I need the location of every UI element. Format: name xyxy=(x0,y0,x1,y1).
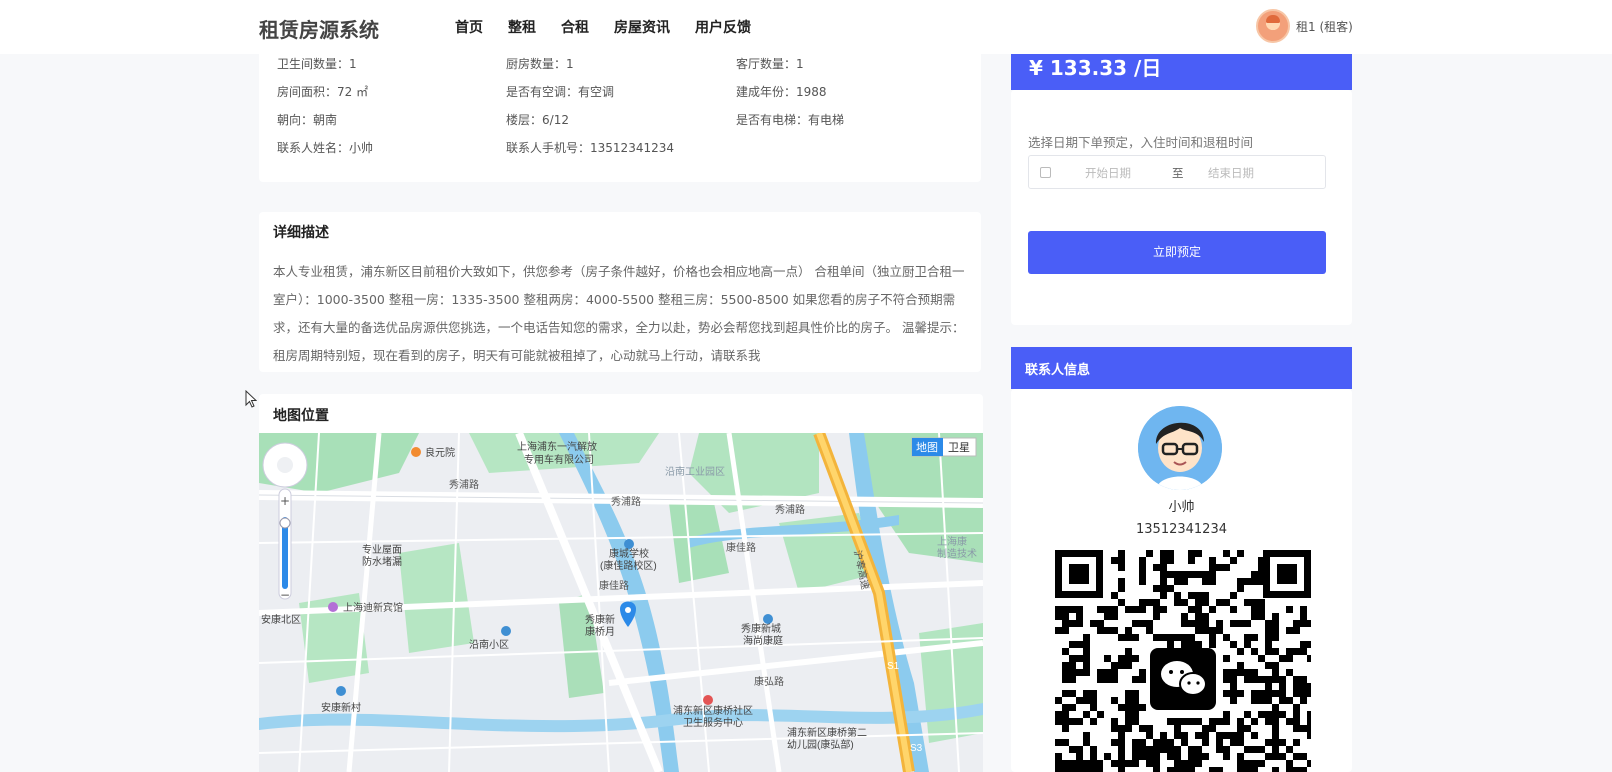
map-canvas[interactable]: + − 地图 卫星 良元院 上海浦东一汽解放 专用车有限公司 沿南工业园区 秀浦… xyxy=(259,433,983,772)
contact-avatar xyxy=(1138,406,1222,490)
map-label: 良元院 xyxy=(425,446,455,459)
map-label: S1 xyxy=(887,661,900,672)
qr-code-image xyxy=(1055,550,1311,772)
contact-header: 联系人信息 xyxy=(1011,347,1352,389)
map-label: 专用车有限公司 xyxy=(524,453,594,466)
info-build-year: 建成年份：1988 xyxy=(736,85,827,99)
map-label: 上海康 xyxy=(937,535,967,548)
info-elevator: 是否有电梯：有电梯 xyxy=(736,113,845,127)
contact-name: 小帅 xyxy=(1168,500,1195,515)
house-info-card: 卫生间数量：1 厨房数量：1 客厅数量：1 房间面积：72 ㎡ 是否有空调：有空… xyxy=(259,50,981,182)
location-map[interactable]: + − 地图 卫星 良元院 上海浦东一汽解放 专用车有限公司 沿南工业园区 秀浦… xyxy=(259,433,983,772)
nav-feedback[interactable]: 用户反馈 xyxy=(695,17,751,37)
map-label: 秀浦路 xyxy=(611,495,641,508)
svg-text:−: − xyxy=(280,588,290,602)
contact-phone: 13512341234 xyxy=(1136,522,1227,537)
map-label: S3 xyxy=(910,743,923,754)
info-area: 房间面积：72 ㎡ xyxy=(277,85,369,99)
description-title: 详细描述 xyxy=(273,225,329,241)
svg-text:+: + xyxy=(280,494,290,508)
map-label: 康佳路 xyxy=(726,541,756,554)
nav-news[interactable]: 房屋资讯 xyxy=(614,17,670,37)
map-toggle-map[interactable]: 地图 xyxy=(916,441,938,454)
price-per-day: ¥ 133.33 /日 xyxy=(1029,56,1162,80)
contact-title: 联系人信息 xyxy=(1025,363,1091,378)
map-toggle-satellite[interactable]: 卫星 xyxy=(948,441,970,454)
mouse-cursor-icon xyxy=(245,390,257,408)
start-date-input[interactable]: 开始日期 xyxy=(1085,165,1131,181)
info-kitchens: 厨房数量：1 xyxy=(506,57,574,71)
map-label: 康城学校 xyxy=(609,547,649,560)
site-logo[interactable]: 租赁房源系统 xyxy=(259,14,379,43)
book-now-button[interactable]: 立即预定 xyxy=(1028,231,1326,274)
contact-card: 小帅 13512341234 xyxy=(1011,389,1352,772)
nav-home[interactable]: 首页 xyxy=(455,17,483,37)
user-avatar[interactable] xyxy=(1256,9,1290,43)
map-label: 专业屋面 xyxy=(362,543,402,556)
user-menu[interactable]: 租1 (租客) xyxy=(1256,9,1353,43)
map-label: 制造技术 xyxy=(937,547,977,560)
info-bathrooms: 卫生间数量：1 xyxy=(277,57,357,71)
map-label: 海尚康庭 xyxy=(743,634,783,647)
map-label: 康佳路 xyxy=(599,579,629,592)
map-label: 康桥月 xyxy=(585,625,615,638)
map-label: 上海迪新宾馆 xyxy=(343,601,403,614)
nav-whole-rent[interactable]: 整租 xyxy=(508,17,536,37)
map-label: 秀浦路 xyxy=(775,503,805,516)
cartoon-avatar-icon xyxy=(1138,406,1222,490)
map-label: (康佳路校区) xyxy=(600,559,657,572)
end-date-input[interactable]: 结束日期 xyxy=(1208,165,1254,181)
date-range-picker[interactable]: 开始日期 至 结束日期 xyxy=(1028,155,1326,189)
description-text: 本人专业租赁，浦东新区目前租价大致如下，供您参考（房子条件越好，价格也会相应地高… xyxy=(273,264,965,363)
map-label: 安康北区 xyxy=(261,613,301,626)
booking-hint: 选择日期下单预定，入住时间和退租时间 xyxy=(1028,135,1254,150)
info-floor: 楼层：6/12 xyxy=(506,113,569,127)
date-separator: 至 xyxy=(1172,166,1184,180)
booking-card: 选择日期下单预定，入住时间和退租时间 开始日期 至 结束日期 立即预定 xyxy=(1011,90,1352,325)
info-living-rooms: 客厅数量：1 xyxy=(736,57,804,71)
map-label: 沿南工业园区 xyxy=(665,465,725,478)
map-label: 浦东新区康桥社区 xyxy=(673,704,753,717)
nav-shared-rent[interactable]: 合租 xyxy=(561,17,589,37)
map-label: 幼儿园(康弘部) xyxy=(787,738,854,751)
map-label: 安康新村 xyxy=(321,701,361,714)
info-orientation: 朝向：朝南 xyxy=(277,113,338,127)
top-header: 租赁房源系统 首页 整租 合租 房屋资讯 用户反馈 租1 (租客) xyxy=(0,0,1612,54)
user-name[interactable]: 租1 (租客) xyxy=(1296,18,1353,35)
info-contact-phone: 联系人手机号：13512341234 xyxy=(506,141,674,155)
calendar-icon xyxy=(1040,167,1051,178)
map-label: 沿南小区 xyxy=(469,638,509,651)
description-card: 详细描述 本人专业租赁，浦东新区目前租价大致如下，供您参考（房子条件越好，价格也… xyxy=(259,212,981,372)
map-label: 卫生服务中心 xyxy=(683,716,743,729)
map-label: 上海浦东一汽解放 xyxy=(517,440,597,453)
wechat-qr-code xyxy=(1055,550,1311,772)
map-label: 秀浦路 xyxy=(449,478,479,491)
map-title: 地图位置 xyxy=(273,408,329,424)
map-label: 秀康新 xyxy=(585,613,615,626)
map-label: 浦东新区康桥第二 xyxy=(787,726,867,739)
price-banner: ¥ 133.33 /日 xyxy=(1011,54,1352,90)
main-nav: 首页 整租 合租 房屋资讯 用户反馈 xyxy=(455,17,776,37)
map-label: 秀康新城 xyxy=(741,622,781,635)
info-air-conditioning: 是否有空调：有空调 xyxy=(506,85,615,99)
map-label: 康弘路 xyxy=(754,675,784,688)
map-label: 防水堵漏 xyxy=(362,555,402,568)
info-contact-name: 联系人姓名：小帅 xyxy=(277,141,374,155)
